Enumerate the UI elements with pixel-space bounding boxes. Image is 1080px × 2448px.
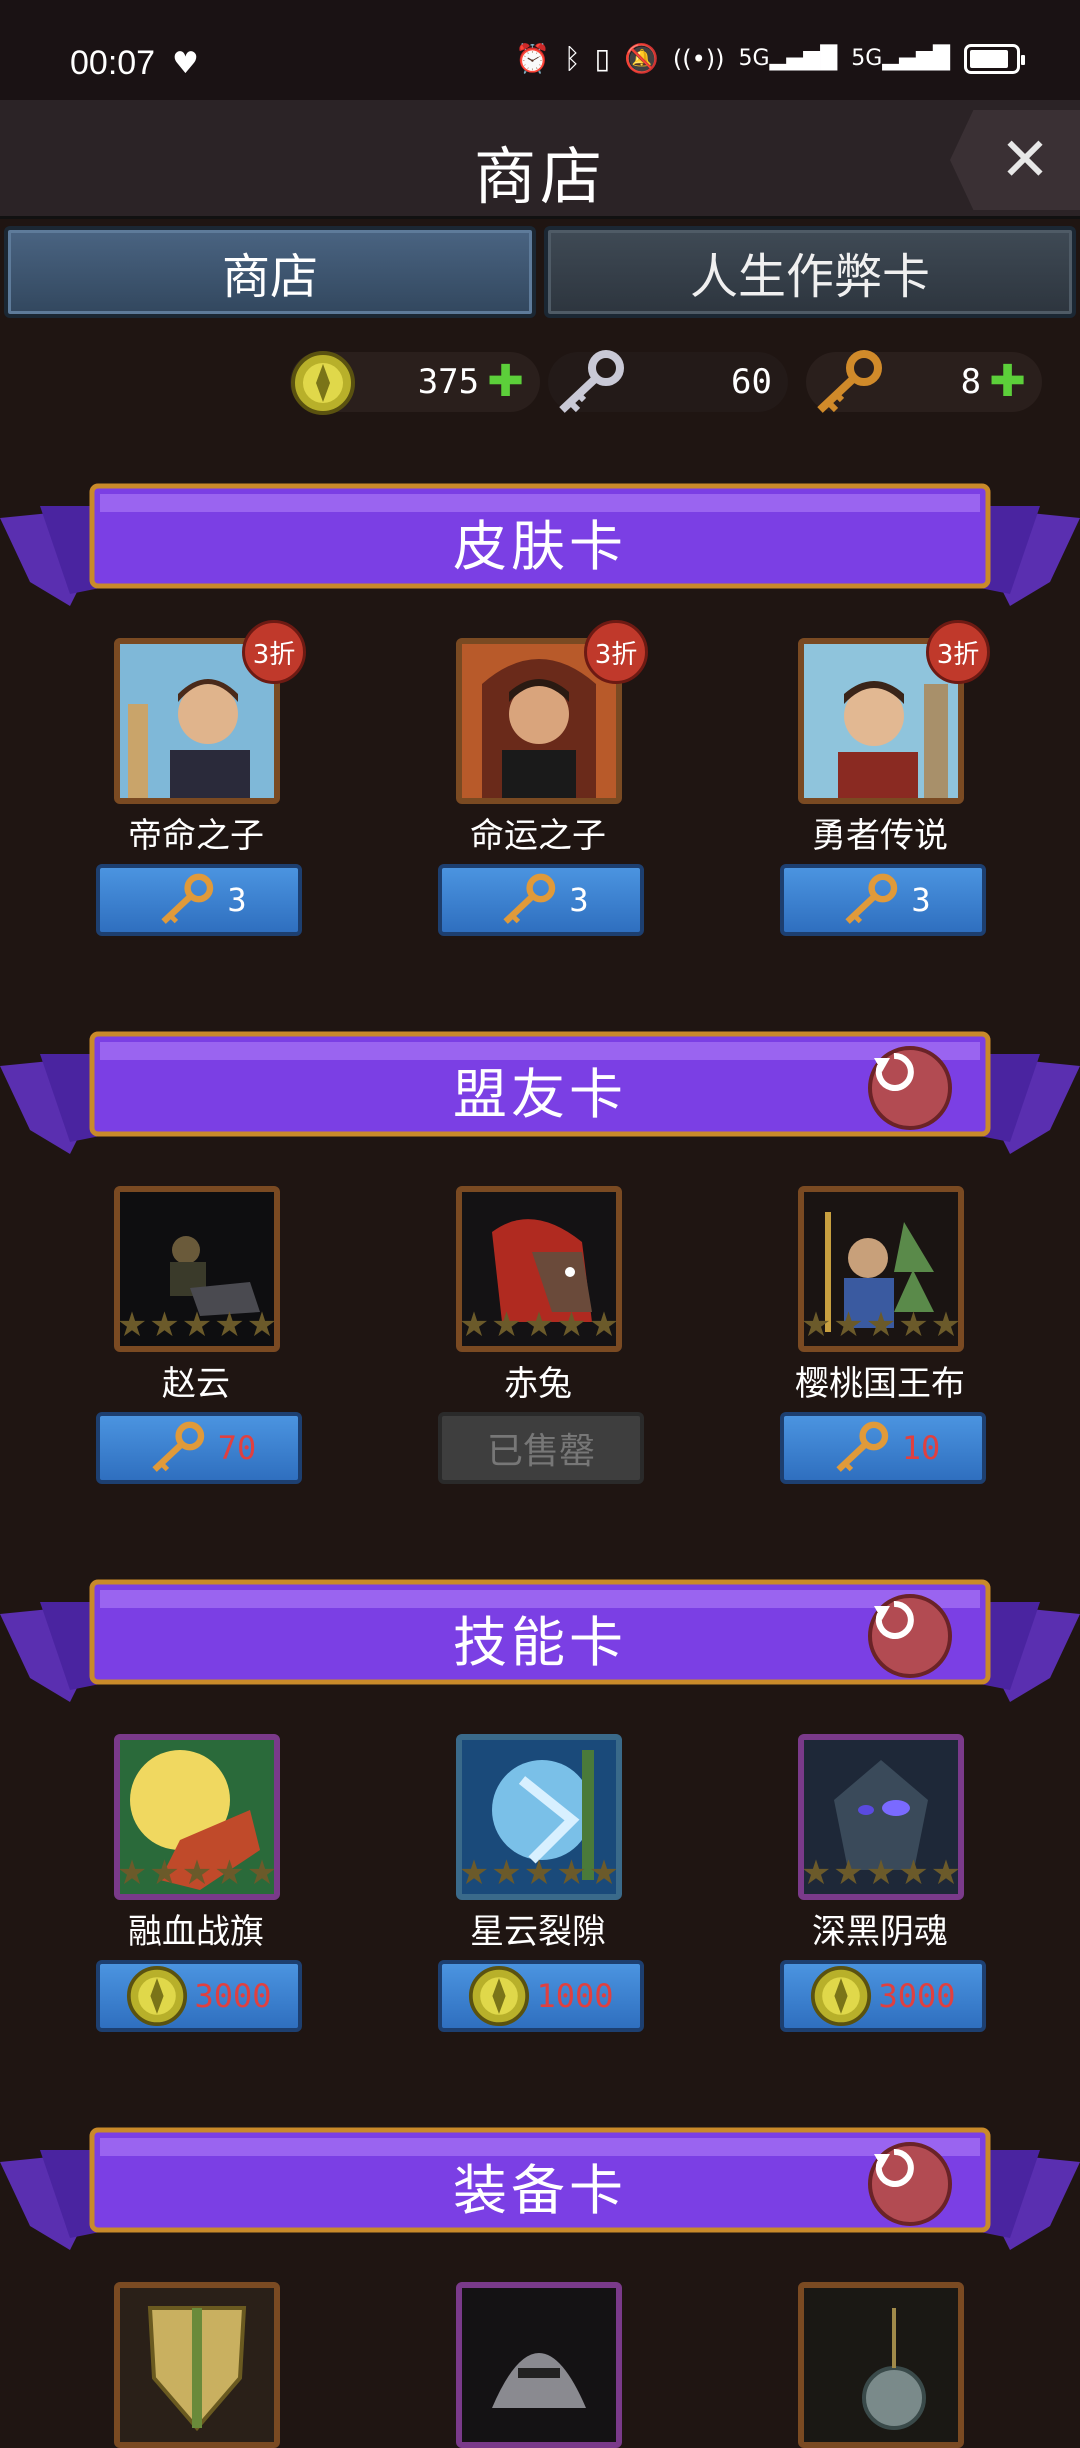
sold-out-button: 已售罄 bbox=[438, 1412, 644, 1484]
card-portrait bbox=[798, 2282, 964, 2448]
price: 3000 bbox=[194, 1977, 272, 2015]
signal-icon-2: 5G▂▄▆█ bbox=[851, 46, 950, 71]
card-portrait: ★ ★ ★ ★ ★ bbox=[798, 1734, 964, 1900]
star-rating: ★ ★ ★ ★ ★ bbox=[800, 1853, 962, 1893]
gold-coin-icon bbox=[127, 1965, 188, 2027]
tab-shop[interactable]: 商店 bbox=[4, 226, 536, 318]
currency-gold-key: 8 ✚ bbox=[806, 346, 1042, 418]
status-time: 00:07 bbox=[70, 44, 156, 82]
mute-icon: 🔕 bbox=[624, 42, 659, 75]
silver-key-amount: 60 bbox=[731, 362, 772, 402]
price: 3 bbox=[227, 881, 247, 919]
title-bar: 商店 ✕ bbox=[0, 100, 1080, 219]
card-name: 深黑阴魂 bbox=[812, 1912, 948, 1952]
gold-key-icon bbox=[152, 1421, 204, 1472]
discount-badge: 3折 bbox=[926, 620, 990, 684]
card-portrait bbox=[114, 2282, 280, 2448]
refresh-icon bbox=[874, 2148, 914, 2187]
refresh-button[interactable] bbox=[868, 1046, 952, 1130]
vibrate-icon: ▯ bbox=[594, 42, 611, 75]
status-bar: 00:07 ♥ ⏰ ᛒ ▯ 🔕 ((•)) 5G▂▄▆█ 5G▂▄▆█ bbox=[0, 0, 1080, 100]
buy-button[interactable]: 1000 bbox=[438, 1960, 644, 2032]
buy-button[interactable]: 3 bbox=[438, 864, 644, 936]
gold-key-icon bbox=[817, 350, 882, 413]
card-portrait bbox=[456, 2282, 622, 2448]
gold-amount: 375 bbox=[417, 362, 480, 402]
card-name: 赵云 bbox=[162, 1364, 230, 1404]
section-banner-skill: 技能卡 bbox=[0, 1572, 1080, 1702]
buy-button[interactable]: 70 bbox=[96, 1412, 302, 1484]
close-icon: ✕ bbox=[999, 125, 1051, 195]
price: 3 bbox=[911, 881, 931, 919]
price: 10 bbox=[901, 1429, 941, 1467]
card-name: 樱桃国王布 bbox=[795, 1364, 965, 1404]
section-banner-ally: 盟友卡 bbox=[0, 1024, 1080, 1154]
discount-badge: 3折 bbox=[584, 620, 648, 684]
status-icons: ⏰ ᛒ ▯ 🔕 ((•)) 5G▂▄▆█ 5G▂▄▆█ bbox=[514, 42, 1025, 75]
heart-icon: ♥ bbox=[172, 46, 199, 81]
star-rating: ★ ★ ★ ★ ★ bbox=[116, 1853, 278, 1893]
gold-coin-icon bbox=[469, 1965, 530, 2027]
star-rating: ★ ★ ★ ★ ★ bbox=[458, 1853, 620, 1893]
buy-button[interactable]: 3 bbox=[96, 864, 302, 936]
section-title-skin: 皮肤卡 bbox=[453, 515, 627, 578]
wifi-icon: ((•)) bbox=[672, 44, 725, 73]
bluetooth-icon: ᛒ bbox=[563, 42, 581, 75]
gold-key-icon bbox=[503, 873, 556, 924]
gold-key-icon bbox=[836, 1421, 888, 1472]
section-banner-equipment: 装备卡 bbox=[0, 2120, 1080, 2250]
card-portrait: ★ ★ ★ ★ ★ bbox=[114, 1734, 280, 1900]
currency-gold: 375 ✚ bbox=[290, 346, 540, 418]
card-portrait: ★ ★ ★ ★ ★ bbox=[456, 1186, 622, 1352]
buy-button[interactable]: 3 bbox=[780, 864, 986, 936]
alarm-icon: ⏰ bbox=[514, 42, 550, 75]
page-title: 商店 bbox=[473, 140, 606, 213]
price: 1000 bbox=[536, 1977, 614, 2015]
card-name: 星云裂隙 bbox=[470, 1912, 606, 1952]
card-name: 命运之子 bbox=[470, 816, 606, 856]
refresh-button[interactable] bbox=[868, 1594, 952, 1678]
card-portrait: ★ ★ ★ ★ ★ bbox=[456, 1734, 622, 1900]
card-portrait: ★ ★ ★ ★ ★ bbox=[114, 1186, 280, 1352]
star-rating: ★ ★ ★ ★ ★ bbox=[116, 1305, 278, 1345]
silver-key-icon bbox=[559, 350, 624, 413]
add-gold-button[interactable]: ✚ bbox=[487, 360, 524, 404]
price: 3000 bbox=[878, 1977, 956, 2015]
currency-silver-key: 60 bbox=[548, 346, 788, 418]
star-rating: ★ ★ ★ ★ ★ bbox=[458, 1305, 620, 1345]
card-name: 赤兔 bbox=[504, 1364, 572, 1404]
refresh-icon bbox=[874, 1600, 914, 1639]
card-name: 融血战旗 bbox=[128, 1912, 264, 1952]
buy-button[interactable]: 3000 bbox=[780, 1960, 986, 2032]
gold-coin-icon bbox=[811, 1965, 872, 2027]
refresh-icon bbox=[874, 1052, 914, 1091]
star-rating: ★ ★ ★ ★ ★ bbox=[800, 1305, 962, 1345]
buy-button[interactable]: 10 bbox=[780, 1412, 986, 1484]
battery-icon bbox=[964, 43, 1025, 74]
gold-key-icon bbox=[845, 873, 898, 924]
add-key-button[interactable]: ✚ bbox=[989, 360, 1026, 404]
sold-out-label: 已售罄 bbox=[486, 1431, 595, 1472]
card-name: 勇者传说 bbox=[812, 816, 948, 856]
card-portrait: ★ ★ ★ ★ ★ bbox=[798, 1186, 964, 1352]
gold-key-amount: 8 bbox=[960, 362, 982, 402]
signal-icon: 5G▂▄▆█ bbox=[738, 46, 838, 71]
discount-badge: 3折 bbox=[242, 620, 306, 684]
section-banner-skin: 皮肤卡 bbox=[0, 476, 1080, 606]
price: 70 bbox=[217, 1429, 257, 1467]
buy-button[interactable]: 3000 bbox=[96, 1960, 302, 2032]
close-button[interactable]: ✕ bbox=[950, 110, 1080, 210]
card-name: 帝命之子 bbox=[128, 816, 264, 856]
gold-coin-icon bbox=[291, 351, 355, 415]
tab-cheat-card[interactable]: 人生作弊卡 bbox=[544, 226, 1076, 318]
price: 3 bbox=[569, 881, 589, 919]
gold-key-icon bbox=[161, 873, 214, 924]
refresh-button[interactable] bbox=[868, 2142, 952, 2226]
